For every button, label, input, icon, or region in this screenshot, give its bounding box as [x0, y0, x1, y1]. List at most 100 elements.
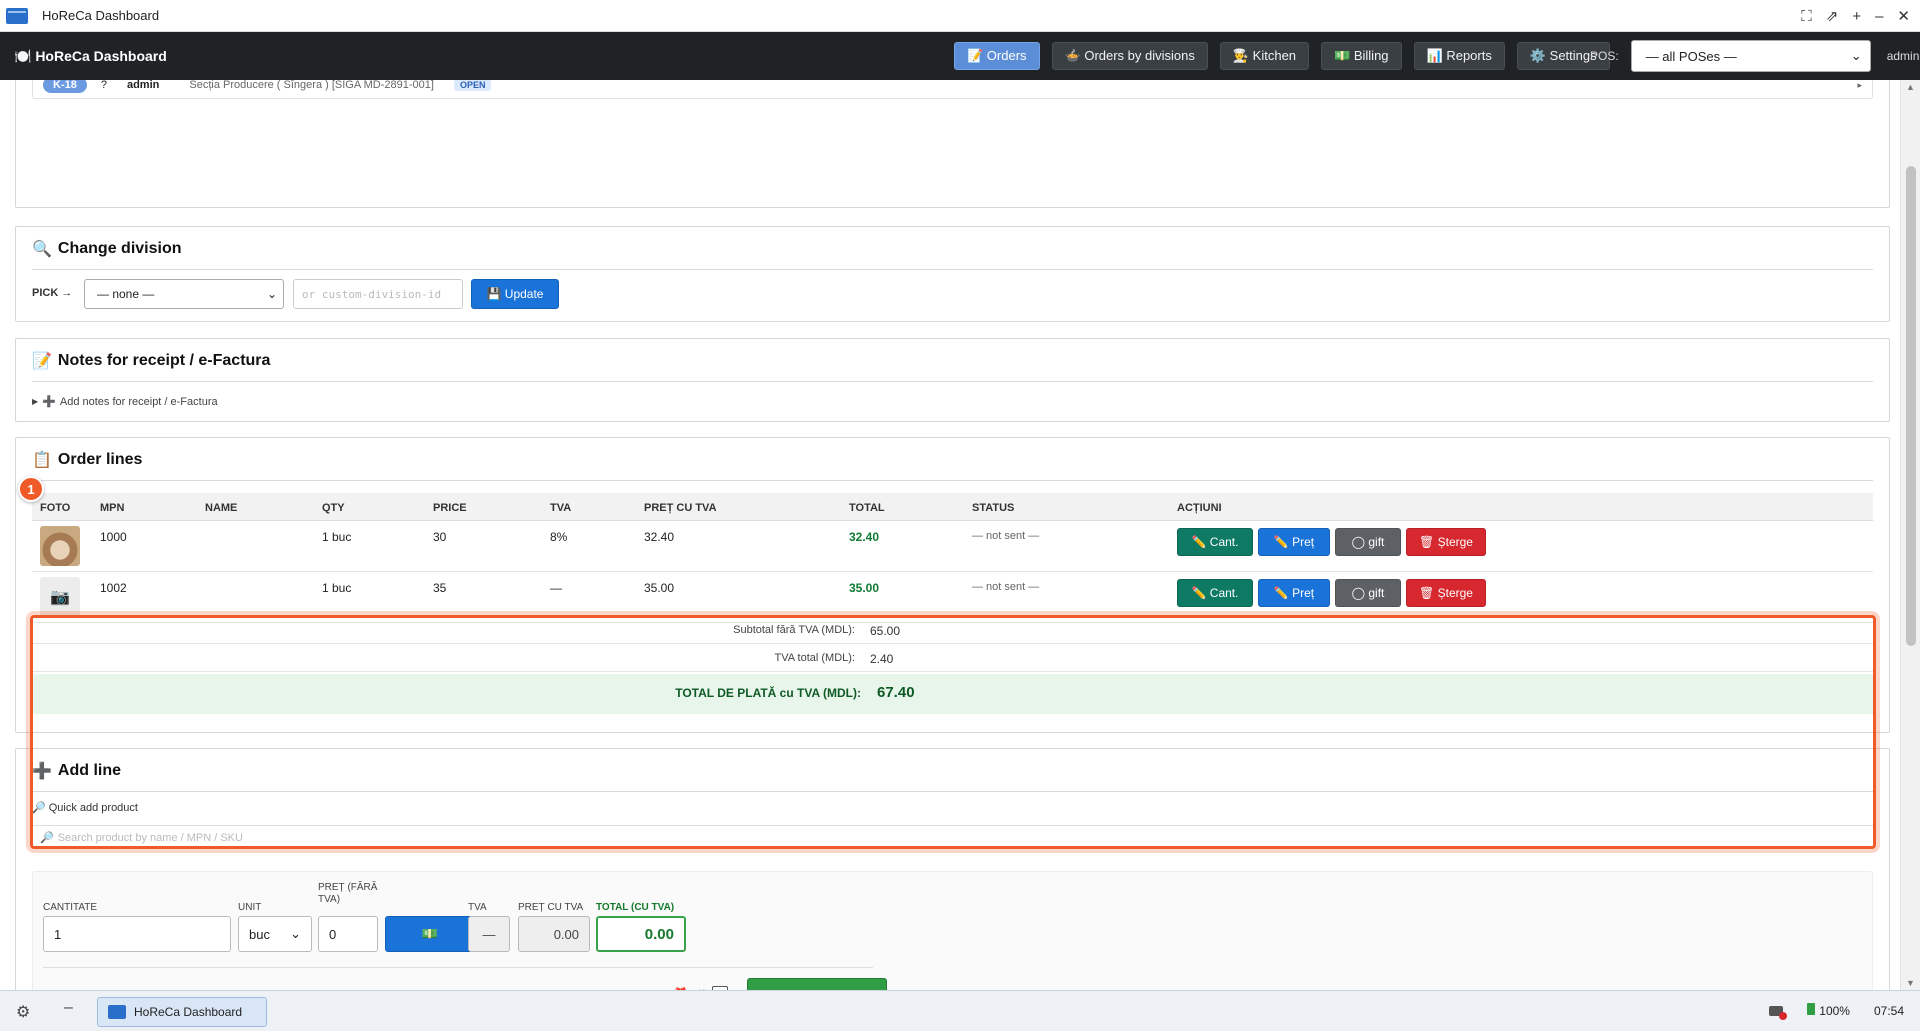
- scroll-down-icon[interactable]: ▼: [1906, 978, 1915, 988]
- app-window-icon: [6, 7, 28, 24]
- row-qty: 1 buc: [322, 530, 352, 544]
- money-button[interactable]: 💵: [385, 916, 475, 952]
- main-content: K-18 ? admin Secția Producere ( Sîngera …: [0, 80, 1900, 990]
- cantitate-input[interactable]: 1: [43, 916, 231, 952]
- division-select-value: — none —: [97, 287, 155, 301]
- division-select[interactable]: — none — ⌄: [84, 279, 284, 309]
- order-lines-card: 📋 Order lines FOTO MPN NAME QTY PRICE TVA…: [15, 437, 1890, 733]
- pret-input[interactable]: 0: [318, 916, 378, 952]
- col-price: PRICE: [433, 502, 467, 514]
- fullscreen-icon[interactable]: ⛶: [1801, 8, 1812, 25]
- triangle-right-icon: ▶: [32, 397, 39, 406]
- new-window-icon[interactable]: +: [1852, 8, 1861, 25]
- camera-icon[interactable]: 📷: [40, 577, 80, 617]
- scrollbar-thumb[interactable]: [1906, 166, 1916, 646]
- order-division: Secția Producere ( Sîngera ) [SIGA MD-28…: [189, 80, 434, 91]
- window-titlebar: HoReCa Dashboard ⛶ ⇗ + – ✕: [0, 0, 1920, 32]
- nav-orders[interactable]: 📝 Orders: [954, 42, 1040, 70]
- change-division-card: 🔍 Change division PICK → — none — ⌄ or cu…: [15, 226, 1890, 322]
- divider: [32, 791, 1873, 792]
- quick-add-label: 🔎 Quick add product: [32, 801, 138, 815]
- add-line-form: CANTITATE 1 UNIT buc ⌄ PREȚ (FĂRĂ TVA) 0…: [32, 871, 1873, 990]
- nav-kitchen[interactable]: 👨‍🍳 Kitchen: [1219, 42, 1310, 70]
- chevron-down-icon: ⌄: [290, 926, 301, 941]
- subtotal-row: Subtotal fără TVA (MDL): 65.00: [32, 616, 1873, 644]
- custom-division-input[interactable]: or custom-division-id: [293, 279, 463, 309]
- clock[interactable]: 07:54: [1874, 1004, 1904, 1018]
- nav-reports[interactable]: 📊 Reports: [1413, 42, 1505, 70]
- edit-quantity-button[interactable]: ✏️ Cant.: [1177, 579, 1253, 607]
- gear-icon[interactable]: ⚙: [16, 1002, 30, 1022]
- col-status: STATUS: [972, 502, 1015, 514]
- annotation-badge: 1: [18, 476, 44, 502]
- scroll-up-icon[interactable]: ▲: [1906, 82, 1915, 92]
- edit-quantity-button[interactable]: ✏️ Cant.: [1177, 528, 1253, 556]
- edit-price-button[interactable]: ✏️ Preț: [1258, 579, 1330, 607]
- add-notes-toggle[interactable]: ▶ ➕ Add notes for receipt / e-Factura: [32, 395, 218, 409]
- update-button[interactable]: 💾 Update: [471, 279, 559, 309]
- product-photo[interactable]: [40, 526, 80, 566]
- row-status: — not sent —: [972, 530, 1040, 542]
- row-pret-cu-tva: 32.40: [644, 530, 675, 544]
- row-total: 35.00: [849, 581, 880, 595]
- pret-cu-tva-label: PREȚ CU TVA: [518, 902, 584, 913]
- page-scrollbar[interactable]: ▲ ▼: [1900, 80, 1920, 990]
- nav-orders-by-divisions[interactable]: 🍲 Orders by divisions: [1051, 42, 1208, 70]
- tva-field: —: [468, 916, 510, 952]
- nav-billing[interactable]: 💵 Billing: [1321, 42, 1402, 70]
- row-qty: 1 buc: [322, 581, 352, 595]
- gift-button[interactable]: ◯ gift: [1335, 528, 1401, 556]
- divider: [32, 480, 1873, 481]
- search-icon: 🔎: [40, 832, 54, 844]
- product-search-placeholder: Search product by name / MPN / SKU: [57, 831, 243, 844]
- pos-select-value: — all POSes —: [1645, 48, 1737, 64]
- delete-button[interactable]: 🗑 Șterge: [1406, 579, 1486, 607]
- add-line-button[interactable]: + Adaugă linie: [747, 978, 887, 990]
- taskbar: ⚙ – HoReCa Dashboard 100% 07:54: [0, 990, 1920, 1031]
- row-total: 32.40: [849, 530, 880, 544]
- battery-indicator[interactable]: 100%: [1807, 1003, 1850, 1018]
- popout-icon[interactable]: ⇗: [1826, 7, 1839, 25]
- notes-heading: 📝 Notes for receipt / e-Factura: [32, 352, 271, 370]
- chevron-down-icon: ⌄: [266, 287, 277, 301]
- pos-select[interactable]: — all POSes — ⌄: [1630, 40, 1871, 72]
- minimize-all-icon[interactable]: –: [64, 999, 73, 1017]
- memo-icon: 📝: [32, 353, 52, 370]
- edit-price-button[interactable]: ✏️ Preț: [1258, 528, 1330, 556]
- change-division-heading: 🔍 Change division: [32, 240, 182, 258]
- network-icon[interactable]: [1769, 1005, 1788, 1020]
- plus-icon: ➕: [42, 396, 56, 408]
- cantitate-label: CANTITATE: [43, 902, 98, 913]
- brand-title[interactable]: 🍽️ HoReCa Dashboard: [14, 48, 167, 65]
- row-price: 35: [433, 581, 447, 595]
- pos-selector-group: POS: — all POSes — ⌄ admin: [1590, 40, 1919, 72]
- money-icon: 💵: [421, 926, 439, 941]
- system-tray: 100% 07:54: [1769, 1003, 1904, 1020]
- expand-arrow-icon[interactable]: ▸: [1857, 80, 1862, 91]
- notes-card: 📝 Notes for receipt / e-Factura ▶ ➕ Add n…: [15, 338, 1890, 422]
- col-name: NAME: [205, 502, 238, 514]
- subtotal-label: Subtotal fără TVA (MDL):: [733, 624, 855, 636]
- taskbar-item-horeca[interactable]: HoReCa Dashboard: [97, 997, 267, 1027]
- order-user: admin: [126, 80, 160, 91]
- order-totals: Subtotal fără TVA (MDL): 65.00 TVA total…: [32, 616, 1873, 720]
- add-line-card: ➕ Add line 🔎 Quick add product 🔎 Search p…: [15, 748, 1890, 990]
- order-lines-heading: 📋 Order lines: [32, 451, 143, 469]
- pick-label: PICK →: [32, 287, 73, 299]
- row-status: — not sent —: [972, 581, 1040, 593]
- unit-select[interactable]: buc ⌄: [238, 916, 312, 952]
- minimize-icon[interactable]: –: [1875, 8, 1883, 25]
- close-icon[interactable]: ✕: [1897, 7, 1910, 25]
- delete-button[interactable]: 🗑 Șterge: [1406, 528, 1486, 556]
- window-title: HoReCa Dashboard: [42, 8, 160, 23]
- grand-total-row: TOTAL DE PLATĂ cu TVA (MDL): 67.40: [32, 674, 1873, 714]
- grand-total-value: 67.40: [877, 684, 915, 701]
- divider: [43, 967, 873, 968]
- magnifier-icon: 🔍: [32, 241, 52, 258]
- gift-button[interactable]: ◯ gift: [1335, 579, 1401, 607]
- order-header-card: K-18 ? admin Secția Producere ( Sîngera …: [15, 80, 1890, 208]
- product-search-input[interactable]: 🔎 Search product by name / MPN / SKU: [32, 825, 1873, 849]
- order-summary-row[interactable]: K-18 ? admin Secția Producere ( Sîngera …: [32, 80, 1873, 99]
- col-pret-cu-tva: PREȚ CU TVA: [644, 502, 717, 514]
- row-mpn: 1002: [100, 581, 127, 595]
